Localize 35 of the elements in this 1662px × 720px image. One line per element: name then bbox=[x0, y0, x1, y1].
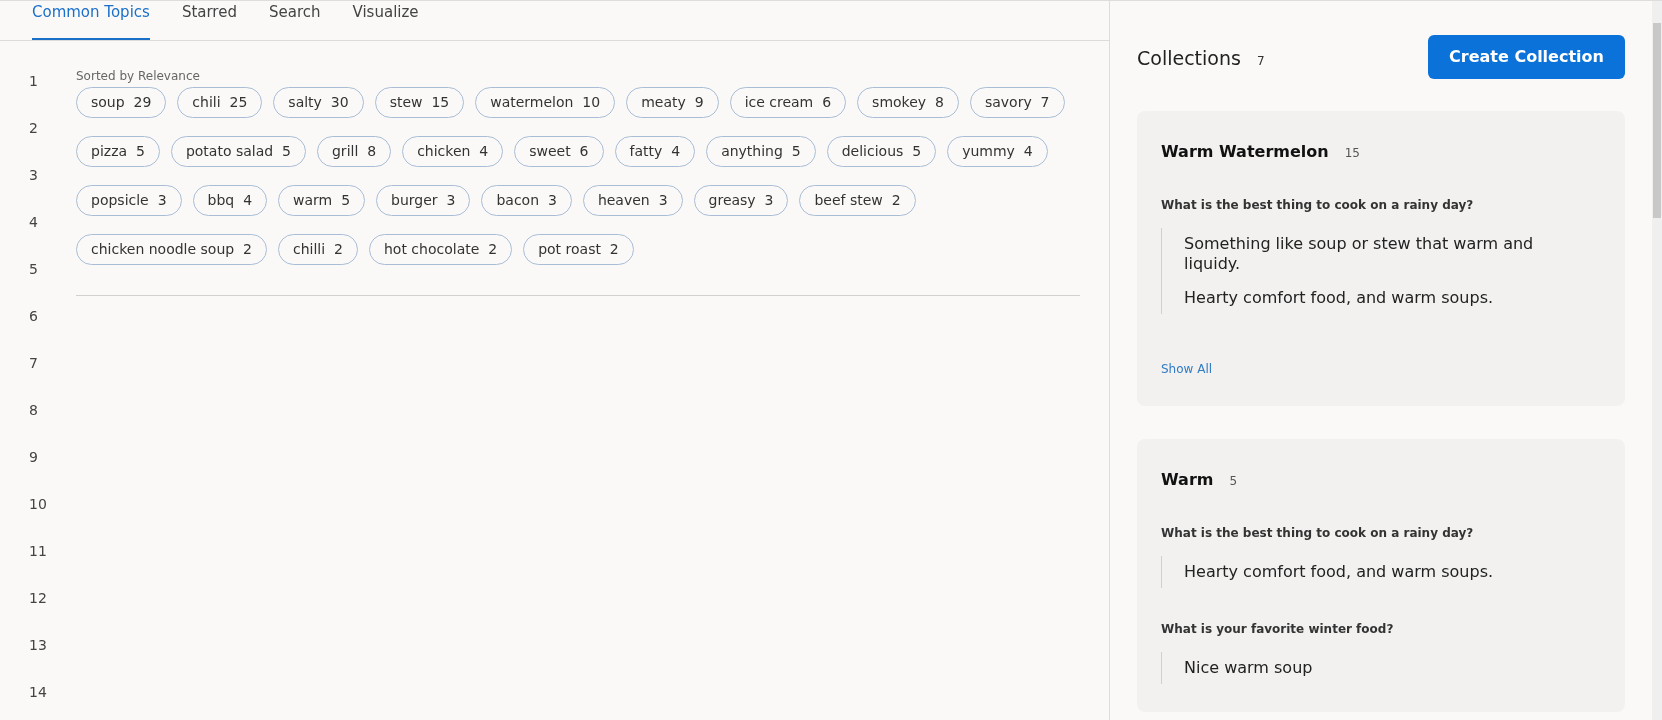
scrollbar[interactable] bbox=[1652, 1, 1662, 720]
line-number: 7 bbox=[28, 353, 39, 373]
question-text: What is the best thing to cook on a rainy day? bbox=[1161, 525, 1475, 542]
sort-label: Sorted by Relevance bbox=[76, 67, 201, 85]
collections-count: 7 bbox=[1256, 52, 1265, 70]
line-number: 11 bbox=[28, 541, 48, 561]
show-all-link[interactable]: Show All bbox=[1161, 360, 1213, 378]
line-number: 4 bbox=[28, 212, 39, 232]
card-title: Warm bbox=[1161, 469, 1214, 491]
card-count: 5 bbox=[1229, 473, 1238, 490]
line-number: 3 bbox=[28, 165, 39, 185]
tab[interactable]: Starred bbox=[181, 1, 237, 40]
line-number: 9 bbox=[28, 447, 39, 467]
line-number: 5 bbox=[28, 259, 39, 279]
tab[interactable]: Search bbox=[268, 1, 321, 40]
tab[interactable]: Visualize bbox=[352, 1, 419, 40]
create-collection-button[interactable]: Create Collection bbox=[1428, 35, 1625, 79]
collections-title: Collections bbox=[1137, 45, 1241, 71]
card-count: 15 bbox=[1344, 145, 1360, 162]
line-number: 12 bbox=[28, 588, 48, 608]
answer-text: Hearty comfort food, and warm soups. bbox=[1184, 288, 1495, 308]
tab[interactable]: Common Topics bbox=[32, 1, 150, 40]
card-title: Warm Watermelon bbox=[1161, 141, 1329, 163]
line-number: 14 bbox=[28, 682, 48, 702]
answer-text: Hearty comfort food, and warm soups. bbox=[1184, 562, 1495, 582]
answer-text: Nice warm soup bbox=[1184, 658, 1314, 678]
line-number: 1 bbox=[28, 71, 39, 91]
line-number: 13 bbox=[28, 635, 48, 655]
question-text: What is your favorite winter food? bbox=[1161, 621, 1395, 638]
line-number: 2 bbox=[28, 118, 39, 138]
question-text: What is the best thing to cook on a rainy day? bbox=[1161, 197, 1475, 214]
line-number: 8 bbox=[28, 400, 39, 420]
line-number: 10 bbox=[28, 494, 48, 514]
answer-text: Something like soup or stew that warm and liquidy. bbox=[1184, 234, 1535, 274]
line-number: 6 bbox=[28, 306, 39, 326]
